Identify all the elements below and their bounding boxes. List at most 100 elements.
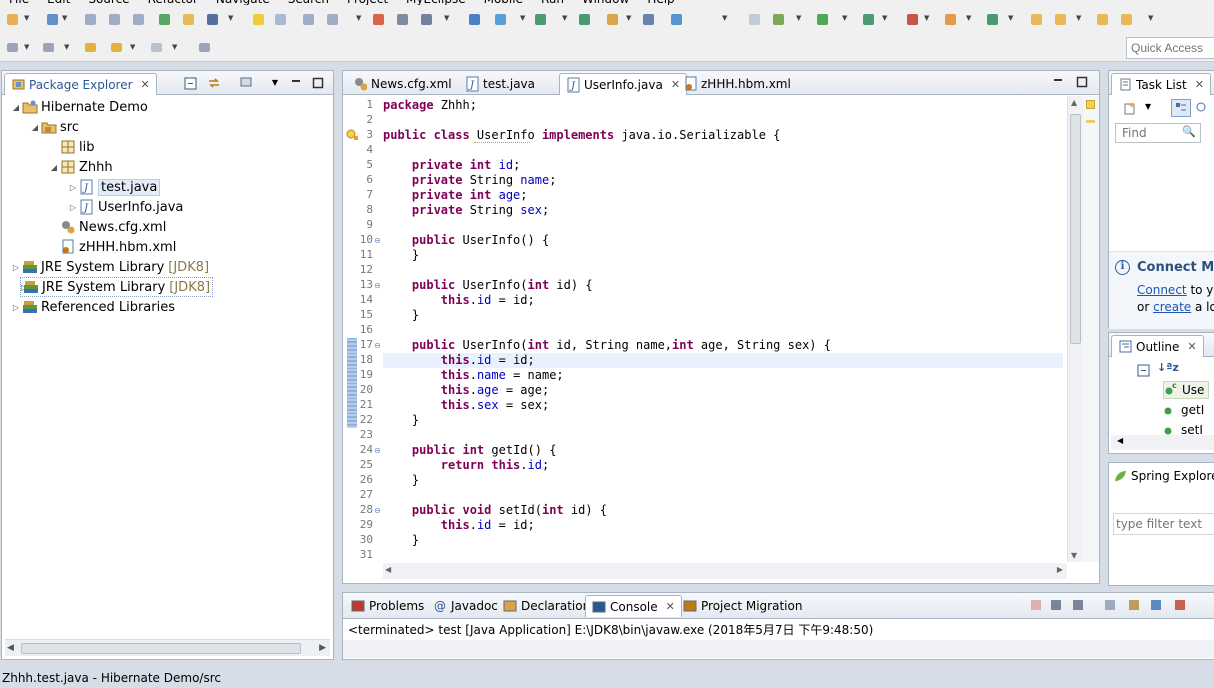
package-explorer-hscrollbar[interactable]: ◀ ▶ [5,639,330,656]
code-line[interactable]: this.name = name; [383,368,1063,383]
editor-hscrollbar[interactable]: ◀ ▶ [383,563,1067,579]
tab-outline[interactable]: Outline ✕ [1111,335,1204,357]
pencil-icon[interactable] [300,11,316,27]
dropdown-arrow-icon[interactable]: ▼ [64,43,69,51]
rocket-icon[interactable] [1094,11,1110,27]
scheduled-icon[interactable] [1195,101,1209,115]
add-server-icon[interactable] [576,11,592,27]
editor-vscrollbar[interactable]: ▲ ▼ [1067,96,1083,562]
sort-icon[interactable]: ↓ªz [1157,361,1179,374]
config-icon[interactable] [640,11,656,27]
scroll-left-icon[interactable]: ◀ [7,643,14,653]
globe-icon[interactable] [668,11,684,27]
connect-link[interactable]: Connect [1137,283,1187,297]
dropdown-arrow-icon[interactable]: ▼ [130,43,135,51]
bottom-tab[interactable]: @ Javadoc [427,595,504,617]
view-menu-icon[interactable]: ▼ [268,75,282,89]
scroll-right-icon[interactable]: ▶ [1057,565,1063,574]
tree-item[interactable]: ▷ Referenced Libraries [10,297,175,317]
link-editor-icon[interactable] [207,76,221,90]
code-area[interactable]: 1 2 3 4 5 6 7 8 9 10 ⊖ 11 12 13 ⊖ 14 15 16 17 ⊖ 18 19 20 21 22 23… [343,96,1083,561]
print-icon[interactable] [130,11,146,27]
editor-tab[interactable]: News.cfg.xml [347,73,458,95]
run-config-icon[interactable] [860,11,876,27]
collapse-all-icon[interactable] [183,76,197,90]
create-link[interactable]: create [1153,300,1191,314]
code-line[interactable]: public UserInfo(int id) { [383,278,1063,293]
dropdown-icon[interactable]: ▼ [1145,102,1151,111]
save-all-icon[interactable] [106,11,122,27]
last-edit-icon[interactable] [82,39,98,55]
dropdown-arrow-icon[interactable]: ▼ [24,14,29,22]
dropdown-arrow-icon[interactable]: ▼ [228,14,233,22]
filter-icon[interactable] [239,76,253,90]
dropdown-arrow-icon[interactable]: ▼ [62,14,67,22]
new-task-icon[interactable] [1123,101,1137,115]
pin-console-icon[interactable] [1149,598,1163,612]
fold-toggle-icon[interactable]: ⊖ [374,236,381,245]
close-icon[interactable]: ✕ [666,600,675,613]
close-icon[interactable]: ✕ [141,78,150,91]
code-line[interactable]: this.sex = sex; [383,398,1063,413]
dropdown-arrow-icon[interactable]: ▼ [796,14,801,22]
code-line[interactable]: } [383,248,1063,263]
collapsed-icon[interactable]: ▷ [67,183,79,192]
run-icon[interactable] [814,11,830,27]
terminate-icon[interactable] [1029,598,1043,612]
pin-icon[interactable] [604,11,620,27]
fold-toggle-icon[interactable]: ⊖ [374,281,381,290]
collapsed-icon[interactable]: ▷ [67,203,79,212]
dropdown-arrow-icon[interactable]: ▼ [722,14,727,22]
refresh-icon[interactable] [984,11,1000,27]
dropdown-arrow-icon[interactable]: ▼ [1148,14,1153,22]
back-icon[interactable] [4,39,20,55]
outline-item[interactable]: c Use [1163,381,1210,399]
bottom-tab[interactable]: Console ✕ [585,595,682,617]
html-icon[interactable] [370,11,386,27]
toggle-mark-icon[interactable] [180,11,196,27]
tab-task-list[interactable]: Task List ✕ [1111,73,1211,95]
dropdown-arrow-icon[interactable]: ▼ [520,14,525,22]
scroll-thumb[interactable] [1070,114,1081,344]
code-line[interactable] [383,218,1063,233]
code-line[interactable]: public UserInfo(int id, String name,int … [383,338,1063,353]
search-icon[interactable]: 🔍 [1182,125,1196,138]
package-icon[interactable] [942,11,958,27]
fold-toggle-icon[interactable]: ⊖ [374,446,381,455]
remove-all-icon[interactable] [1071,598,1085,612]
collapsed-icon[interactable]: ▷ [10,303,22,312]
code-line[interactable]: this.id = id; [383,293,1063,308]
fold-toggle-icon[interactable]: ⊖ [374,506,381,515]
dropdown-arrow-icon[interactable]: ▼ [842,14,847,22]
editor-tab[interactable]: J UserInfo.java ✕ [559,73,688,95]
new-icon[interactable] [4,11,20,27]
scroll-right-icon[interactable]: ▶ [319,643,326,653]
bottom-tab[interactable]: Problems [345,595,430,617]
collapse-all-icon[interactable] [1136,363,1150,377]
scroll-thumb[interactable] [21,643,301,654]
dropdown-arrow-icon[interactable]: ▼ [444,14,449,22]
new-type-icon[interactable] [44,11,60,27]
dropdown-arrow-icon[interactable]: ▼ [562,14,567,22]
code-line[interactable] [383,263,1063,278]
dropdown-arrow-icon[interactable]: ▼ [1008,14,1013,22]
dropdown-arrow-icon[interactable]: ▼ [966,14,971,22]
code-line[interactable]: } [383,533,1063,548]
fold-toggle-icon[interactable]: ⊖ [374,341,381,350]
dropdown-arrow-icon[interactable]: ▼ [356,14,361,22]
dropdown-arrow-icon[interactable]: ▼ [882,14,887,22]
tab-package-explorer[interactable]: Package Explorer ✕ [4,73,157,95]
code-line[interactable]: } [383,473,1063,488]
quick-access-input[interactable] [1126,37,1214,59]
tree-item[interactable]: ▷JRE System Library[JDK8] [20,277,214,297]
open-perspective-icon[interactable] [156,11,172,27]
code-line[interactable]: private String name; [383,173,1063,188]
undo-icon[interactable] [250,11,266,27]
tree-item[interactable]: ▷JRE System Library[JDK8] [10,257,209,277]
overview-mark[interactable] [1086,120,1095,123]
editor-tab[interactable]: Jtest.java [459,73,541,95]
code-line[interactable]: private int id; [383,158,1063,173]
forward-arrow-icon[interactable] [148,39,164,55]
code-line[interactable]: public void setId(int id) { [383,503,1063,518]
clear-console-icon[interactable] [1103,598,1117,612]
